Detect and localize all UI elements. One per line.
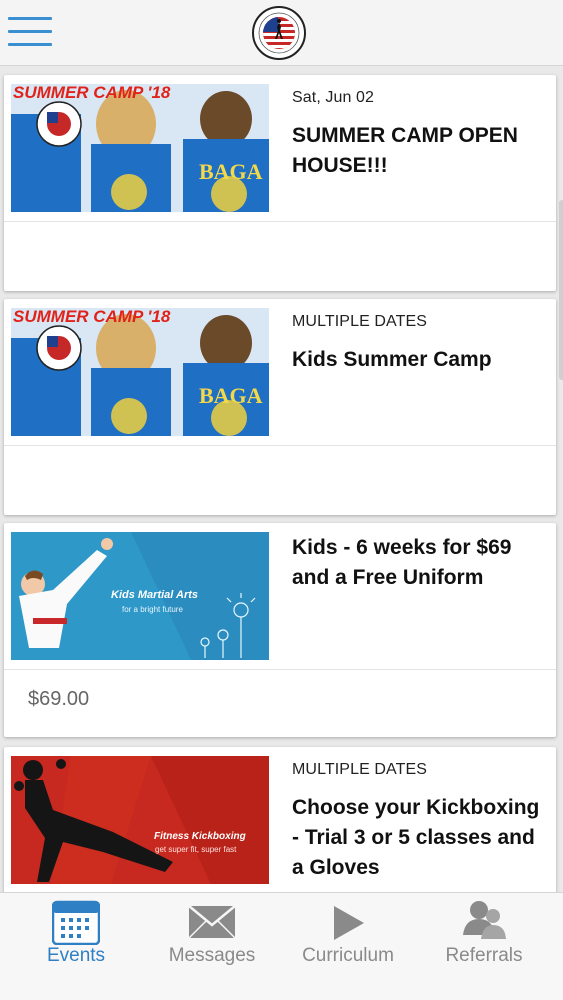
event-date: Sat, Jun 02 <box>292 89 375 106</box>
event-card[interactable]: SUMMER CAMP '18 BAGA Sat, Jun 02 SUMMER … <box>4 75 556 291</box>
event-title: Choose your Kickboxing - Trial 3 or 5 cl… <box>292 796 540 879</box>
svg-text:BAGA: BAGA <box>199 383 263 408</box>
event-thumbnail-summer-camp: SUMMER CAMP '18 BAGA <box>11 84 269 212</box>
event-card[interactable]: Kids Martial Arts for a bright future Ki… <box>4 523 556 737</box>
bottom-tab-bar: Events Messages Curriculum Referrals <box>0 892 563 1000</box>
events-list[interactable]: SUMMER CAMP '18 BAGA Sat, Jun 02 SUMMER … <box>0 66 563 892</box>
svg-text:BAGA: BAGA <box>199 159 263 184</box>
card-divider <box>4 445 556 446</box>
svg-text:SUMMER CAMP '18: SUMMER CAMP '18 <box>13 84 171 102</box>
envelope-icon <box>188 905 236 939</box>
event-card[interactable]: SUMMER CAMP '18 BAGA MULTIPLE DATES Kids… <box>4 299 556 515</box>
scroll-edge-indicator <box>559 200 563 380</box>
tab-label: Events <box>46 945 106 966</box>
tab-label: Curriculum <box>302 945 394 966</box>
event-thumbnail-kids-martial-arts: Kids Martial Arts for a bright future <box>11 532 269 660</box>
tab-curriculum[interactable]: Curriculum <box>278 893 418 973</box>
tab-label: Messages <box>168 945 256 966</box>
event-title: Kids Summer Camp <box>292 348 492 371</box>
event-price: $69.00 <box>28 688 90 710</box>
tab-label: Referrals <box>445 945 523 966</box>
tab-messages[interactable]: Messages <box>142 893 282 973</box>
hamburger-menu-icon[interactable] <box>8 17 52 47</box>
card-divider <box>4 669 556 670</box>
svg-text:get super fit, super fast: get super fit, super fast <box>155 845 237 854</box>
svg-text:Kids Martial Arts: Kids Martial Arts <box>111 589 198 601</box>
app-header <box>0 0 563 66</box>
svg-text:SUMMER CAMP '18: SUMMER CAMP '18 <box>13 308 171 326</box>
tab-events[interactable]: Events <box>6 893 146 973</box>
event-thumbnail-summer-camp: SUMMER CAMP '18 BAGA <box>11 308 269 436</box>
event-title: SUMMER CAMP OPEN HOUSE!!! <box>292 124 518 177</box>
svg-text:for a bright future: for a bright future <box>122 605 183 614</box>
event-thumbnail-fitness-kickboxing: Fitness Kickboxing get super fit, super … <box>11 756 269 884</box>
american-top-team-logo <box>252 6 306 60</box>
card-divider <box>4 221 556 222</box>
svg-text:Fitness Kickboxing: Fitness Kickboxing <box>154 831 246 842</box>
event-title: Kids - 6 weeks for $69 and a Free Unifor… <box>292 536 512 589</box>
event-date: MULTIPLE DATES <box>292 313 428 330</box>
event-card[interactable]: Fitness Kickboxing get super fit, super … <box>4 747 556 892</box>
people-icon <box>463 901 506 939</box>
play-icon <box>334 906 364 940</box>
tab-referrals[interactable]: Referrals <box>414 893 554 973</box>
calendar-icon <box>52 900 100 945</box>
event-date: MULTIPLE DATES <box>292 761 428 778</box>
